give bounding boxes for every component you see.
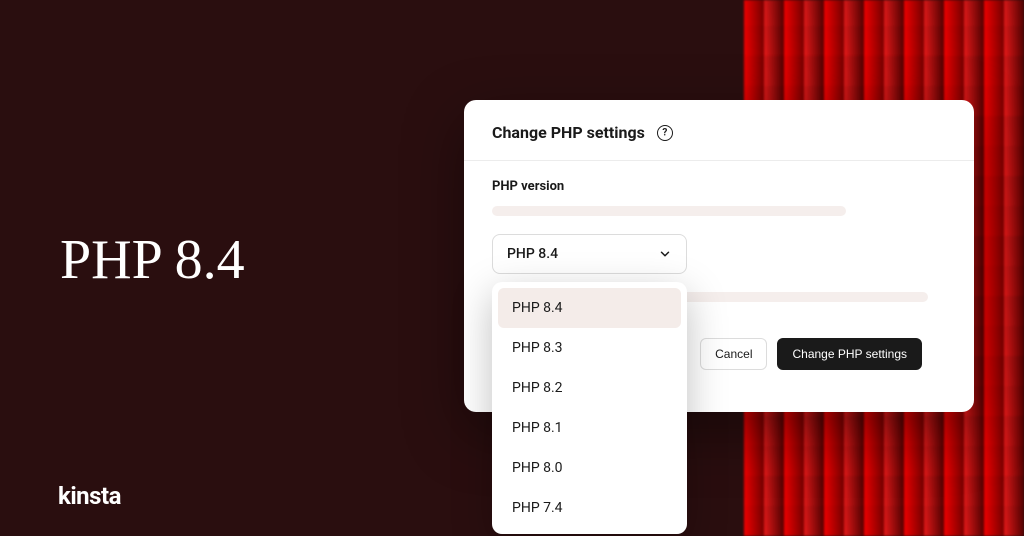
dropdown-option-php-8-4[interactable]: PHP 8.4	[498, 288, 681, 328]
modal-body: PHP version PHP 8.4 PHP 8.4 PHP 8.3 PHP …	[464, 161, 974, 412]
select-value: PHP 8.4	[507, 246, 558, 262]
dropdown-option-php-8-0[interactable]: PHP 8.0	[498, 448, 681, 488]
cancel-button[interactable]: Cancel	[700, 338, 767, 370]
php-version-dropdown: PHP 8.4 PHP 8.3 PHP 8.2 PHP 8.1 PHP 8.0 …	[492, 282, 687, 534]
dropdown-option-php-8-3[interactable]: PHP 8.3	[498, 328, 681, 368]
modal-title: Change PHP settings	[492, 123, 645, 142]
modal-header: Change PHP settings	[464, 100, 974, 160]
headline-text: PHP 8.4	[60, 228, 245, 292]
change-php-settings-modal: Change PHP settings PHP version PHP 8.4 …	[464, 100, 974, 412]
placeholder-bar	[492, 206, 846, 216]
dropdown-option-php-7-4[interactable]: PHP 7.4	[498, 488, 681, 528]
help-icon[interactable]	[657, 125, 673, 141]
php-version-select-wrap: PHP 8.4 PHP 8.4 PHP 8.3 PHP 8.2 PHP 8.1 …	[492, 234, 687, 274]
brand-logo-text: kinsta	[58, 482, 121, 510]
php-version-select[interactable]: PHP 8.4	[492, 234, 687, 274]
chevron-down-icon	[658, 247, 672, 261]
dropdown-option-php-8-1[interactable]: PHP 8.1	[498, 408, 681, 448]
change-php-settings-button[interactable]: Change PHP settings	[777, 338, 922, 370]
dropdown-option-php-8-2[interactable]: PHP 8.2	[498, 368, 681, 408]
php-version-label: PHP version	[492, 179, 946, 194]
